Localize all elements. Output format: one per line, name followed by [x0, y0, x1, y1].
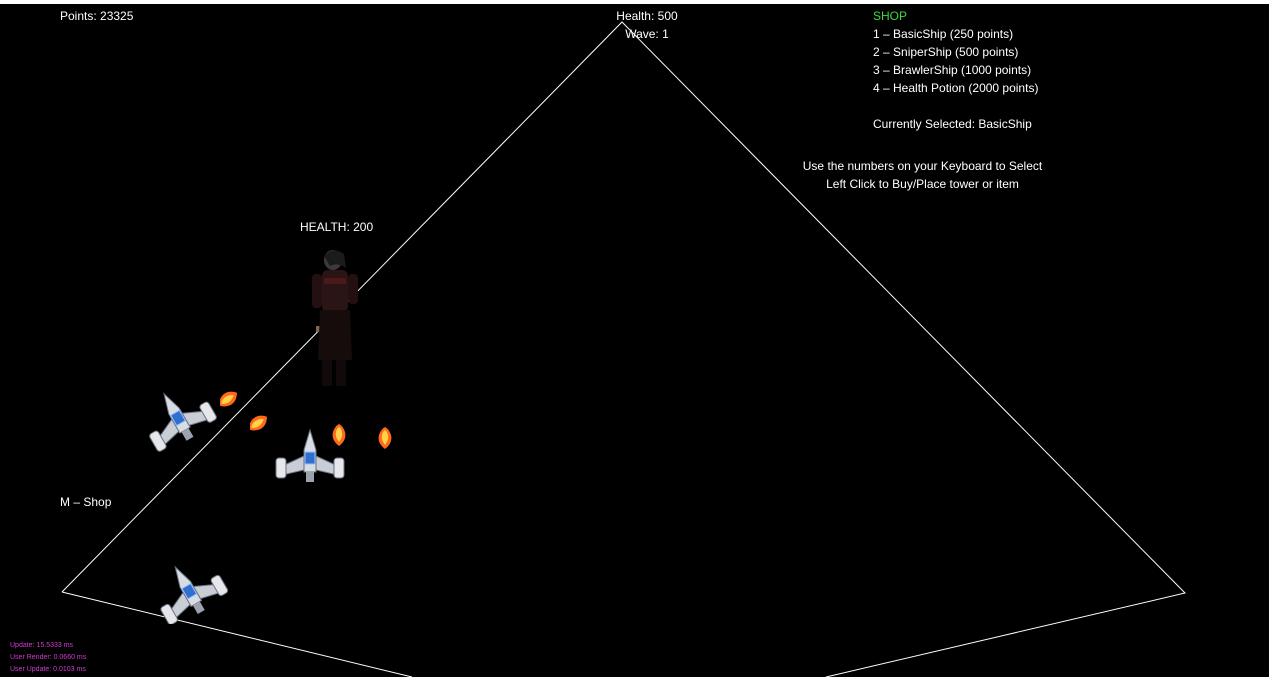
shop-hint: M – Shop — [60, 495, 112, 509]
fireball-icon — [220, 388, 241, 411]
instruction-select: Use the numbers on your Keyboard to Sele… — [802, 159, 1043, 173]
instructions: Use the numbers on your Keyboard to Sele… — [780, 159, 1065, 195]
enemy-warrior-sprite — [312, 250, 358, 386]
base-health-display: Health: 500 — [616, 9, 678, 23]
shop-item-basicship[interactable]: 1 – BasicShip (250 points) — [873, 27, 1038, 45]
shop-panel: SHOP 1 – BasicShip (250 points) 2 – Snip… — [873, 9, 1038, 135]
shop-item-health-potion[interactable]: 4 – Health Potion (2000 points) — [873, 81, 1038, 99]
debug-user-update: User Update: 0.0103 ms — [10, 666, 86, 673]
debug-update: Update: 15.5333 ms — [10, 642, 74, 649]
basic-ship-icon[interactable] — [150, 560, 238, 624]
shop-item-snipership[interactable]: 2 – SniperShip (500 points) — [873, 45, 1038, 63]
fireball-icon — [250, 412, 271, 435]
shop-item-brawlership[interactable]: 3 – BrawlerShip (1000 points) — [873, 63, 1038, 81]
base-stats: Health: 500 Wave: 1 — [597, 9, 697, 45]
wave-display: Wave: 1 — [625, 27, 669, 41]
enemy-health-label: HEALTH: 200 — [300, 220, 374, 234]
basic-ship-icon[interactable] — [138, 388, 220, 452]
points-display: Points: 23325 — [60, 9, 134, 23]
shop-title: SHOP — [873, 9, 908, 23]
fireball-icon — [378, 427, 392, 449]
fireball-icon — [332, 424, 346, 446]
shop-selected-item: Currently Selected: BasicShip — [873, 117, 1032, 131]
debug-user-render: User Render: 0.0660 ms — [10, 654, 87, 661]
instruction-click: Left Click to Buy/Place tower or item — [826, 177, 1019, 191]
debug-stats: Update: 15.5333 ms User Render: 0.0660 m… — [10, 640, 86, 676]
